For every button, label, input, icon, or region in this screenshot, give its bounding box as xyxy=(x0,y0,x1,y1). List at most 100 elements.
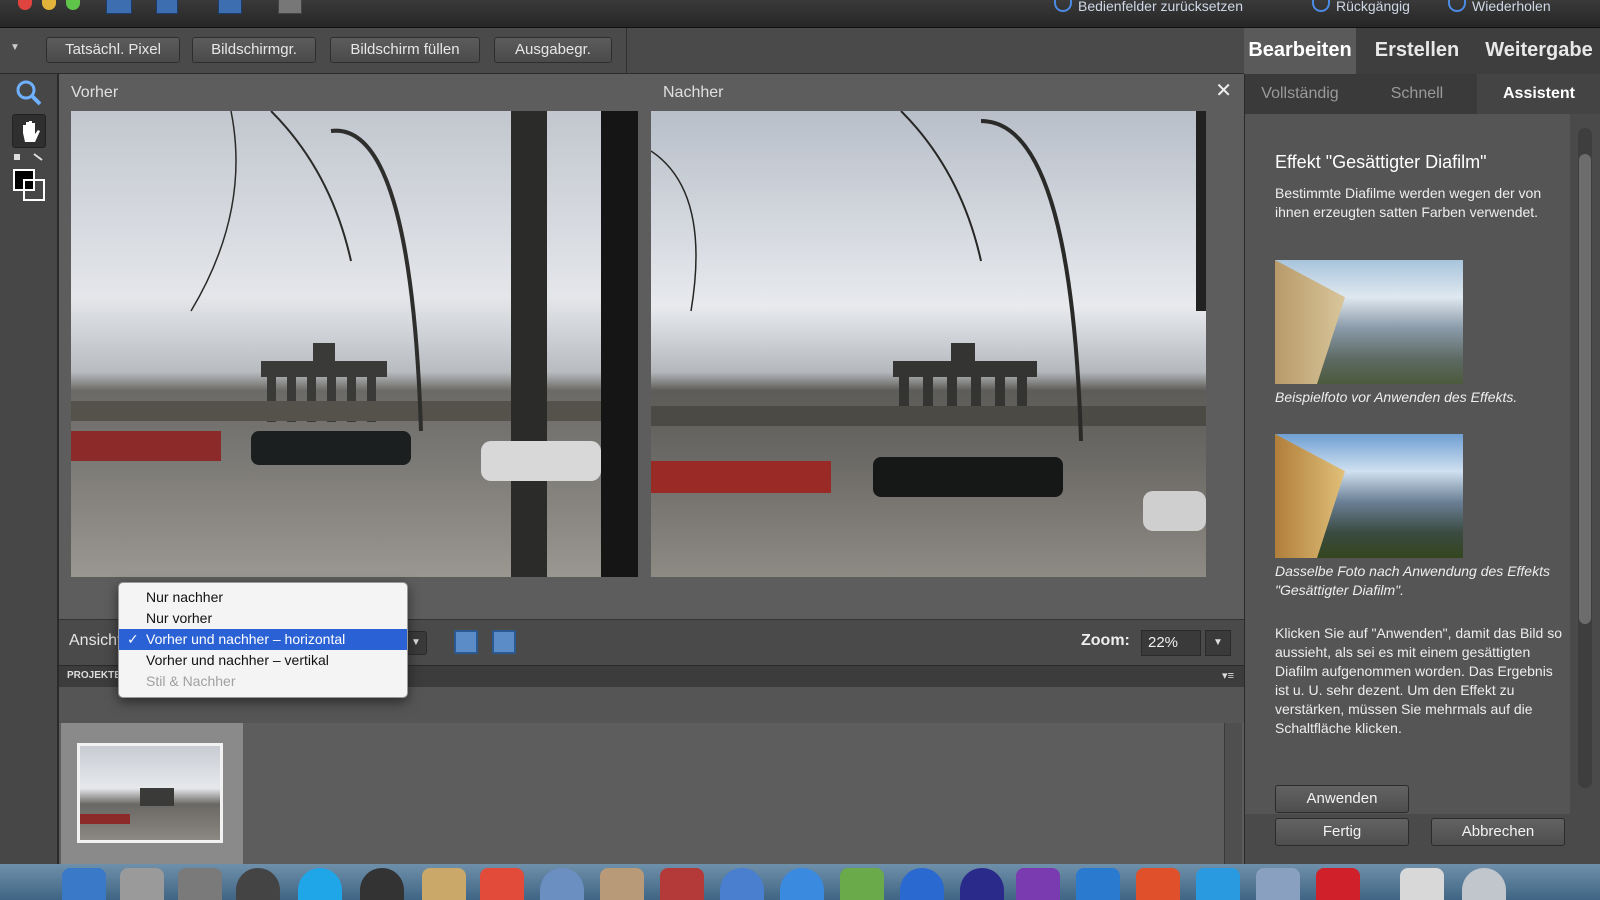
scene-illustration xyxy=(651,111,1206,531)
trash-icon[interactable] xyxy=(1462,868,1506,900)
scroll-thumb[interactable] xyxy=(1579,154,1591,624)
menu-item-label: Nur vorher xyxy=(146,610,213,626)
car-shape xyxy=(80,814,130,824)
bin-scrollbar[interactable] xyxy=(1224,723,1242,864)
dock xyxy=(0,864,1600,900)
apply-button[interactable]: Anwenden xyxy=(1275,785,1409,813)
menu-item-after-only[interactable]: Nur nachher xyxy=(119,587,407,608)
migration-icon[interactable] xyxy=(900,868,944,900)
sync-view-icon[interactable] xyxy=(454,630,478,654)
zoom-label: Zoom: xyxy=(1081,632,1130,649)
guided-content: Effekt "Gesättigter Diafilm" Bestimmte D… xyxy=(1245,114,1570,814)
after-photo xyxy=(651,111,1206,577)
tab-guided[interactable]: Assistent xyxy=(1477,74,1600,114)
itunes-icon[interactable] xyxy=(720,868,764,900)
zoom-tool[interactable] xyxy=(12,76,46,110)
toolbox xyxy=(0,74,58,864)
skype-icon[interactable] xyxy=(298,868,342,900)
redo-icon xyxy=(1448,0,1466,12)
menu-item-style-after: Stil & Nachher xyxy=(119,671,407,692)
redo-button[interactable]: Wiederholen xyxy=(1448,0,1551,14)
undo-label: Rückgängig xyxy=(1336,0,1410,14)
checkmark-icon: ✓ xyxy=(127,631,139,647)
before-photo xyxy=(71,111,638,577)
before-label: Vorher xyxy=(71,84,119,101)
actual-pixels-button[interactable]: Tatsächl. Pixel xyxy=(46,37,180,63)
done-button[interactable]: Fertig xyxy=(1275,818,1409,846)
swap-view-icon[interactable] xyxy=(492,630,516,654)
pdf-app-icon[interactable] xyxy=(1136,868,1180,900)
menu-item-label: Stil & Nachher xyxy=(146,673,236,689)
fill-screen-button[interactable]: Bildschirm füllen xyxy=(330,37,480,63)
layout-icon[interactable] xyxy=(278,0,302,14)
word-icon[interactable] xyxy=(1196,868,1240,900)
hand-icon xyxy=(23,121,40,142)
tab-full[interactable]: Vollständig xyxy=(1245,74,1355,114)
image-viewer-icon[interactable] xyxy=(1256,868,1300,900)
zoom-icon xyxy=(16,80,42,106)
dashboard-icon[interactable] xyxy=(360,868,404,900)
minimize-window-button[interactable] xyxy=(42,0,56,10)
effect-title: Effekt "Gesättigter Diafilm" xyxy=(1275,152,1487,172)
effect-instructions: Klicken Sie auf "Anwenden", damit das Bi… xyxy=(1275,625,1562,736)
mode-tabs: Bearbeiten Erstellen Weitergabe xyxy=(1244,28,1600,74)
reset-icon xyxy=(1054,0,1072,12)
finder-icon[interactable] xyxy=(62,868,106,900)
photos-icon[interactable] xyxy=(600,868,644,900)
vodafone-icon[interactable] xyxy=(1316,868,1360,900)
elements-editor-icon[interactable] xyxy=(1076,868,1120,900)
tab-share[interactable]: Weitergabe xyxy=(1478,28,1600,74)
tab-create[interactable]: Erstellen xyxy=(1358,28,1476,74)
guided-edit-panel: Vollständig Schnell Assistent Effekt "Ge… xyxy=(1244,74,1600,864)
example-before-image xyxy=(1275,260,1463,384)
example-after-image xyxy=(1275,434,1463,558)
elements-organizer-icon[interactable] xyxy=(1016,868,1060,900)
chevron-down-icon[interactable]: ▼ xyxy=(10,42,20,53)
close-window-button[interactable] xyxy=(18,0,32,10)
color-swatch-icon xyxy=(13,153,45,201)
help-icon[interactable] xyxy=(218,0,242,14)
contacts-icon[interactable] xyxy=(422,868,466,900)
menu-item-before-after-vertical[interactable]: Vorher und nachher – vertikal xyxy=(119,650,407,671)
close-icon[interactable]: ✕ xyxy=(1215,78,1232,103)
calendar-icon[interactable] xyxy=(480,868,524,900)
undo-icon xyxy=(1312,0,1330,12)
menu-item-label: Vorher und nachher – vertikal xyxy=(146,652,329,668)
tab-quick[interactable]: Schnell xyxy=(1361,74,1473,114)
after-label: Nachher xyxy=(663,84,724,101)
caption-after: Dasselbe Foto nach Anwendung des Effekts… xyxy=(1275,563,1550,598)
chevron-down-icon[interactable]: ▼ xyxy=(1205,630,1231,656)
menu-item-before-only[interactable]: Nur vorher xyxy=(119,608,407,629)
bin-menu-icon[interactable]: ▾≡ xyxy=(1222,669,1234,682)
preview-icon[interactable] xyxy=(840,868,884,900)
photo-thumbnail[interactable] xyxy=(77,743,223,843)
caption-before: Beispielfoto vor Anwenden des Effekts. xyxy=(1275,389,1518,405)
view-select-arrow[interactable]: ▼ xyxy=(405,631,427,655)
documents-icon[interactable] xyxy=(1400,868,1444,900)
undo-button[interactable]: Rückgängig xyxy=(1312,0,1410,14)
dictionary-icon[interactable] xyxy=(660,868,704,900)
panel-scrollbar[interactable] xyxy=(1570,114,1600,814)
app-store-icon[interactable] xyxy=(780,868,824,900)
zoom-window-button[interactable] xyxy=(66,0,80,10)
system-preferences-icon[interactable] xyxy=(120,868,164,900)
title-bar: Bedienfelder zurücksetzen Rückgängig Wie… xyxy=(0,0,1600,28)
safari-icon[interactable] xyxy=(540,868,584,900)
hand-tool[interactable] xyxy=(12,114,46,148)
new-file-icon[interactable] xyxy=(106,0,132,14)
bin-item[interactable] xyxy=(61,723,243,864)
reset-panels-button[interactable]: Bedienfelder zurücksetzen xyxy=(1054,0,1243,14)
save-icon[interactable] xyxy=(156,0,178,14)
print-size-button[interactable]: Ausgabegr. xyxy=(494,37,612,63)
menu-item-before-after-horizontal[interactable]: ✓ Vorher und nachher – horizontal xyxy=(119,629,407,650)
color-swatches[interactable] xyxy=(12,152,46,204)
zoom-field[interactable]: 22% xyxy=(1141,630,1201,656)
tab-edit[interactable]: Bearbeiten xyxy=(1244,28,1356,74)
camera-icon[interactable] xyxy=(236,868,280,900)
scene-illustration xyxy=(71,111,638,577)
gate-shape xyxy=(140,788,174,806)
media-icon[interactable] xyxy=(960,868,1004,900)
fit-screen-button[interactable]: Bildschirmgr. xyxy=(192,37,316,63)
utility-icon[interactable] xyxy=(178,868,222,900)
cancel-button[interactable]: Abbrechen xyxy=(1431,818,1565,846)
